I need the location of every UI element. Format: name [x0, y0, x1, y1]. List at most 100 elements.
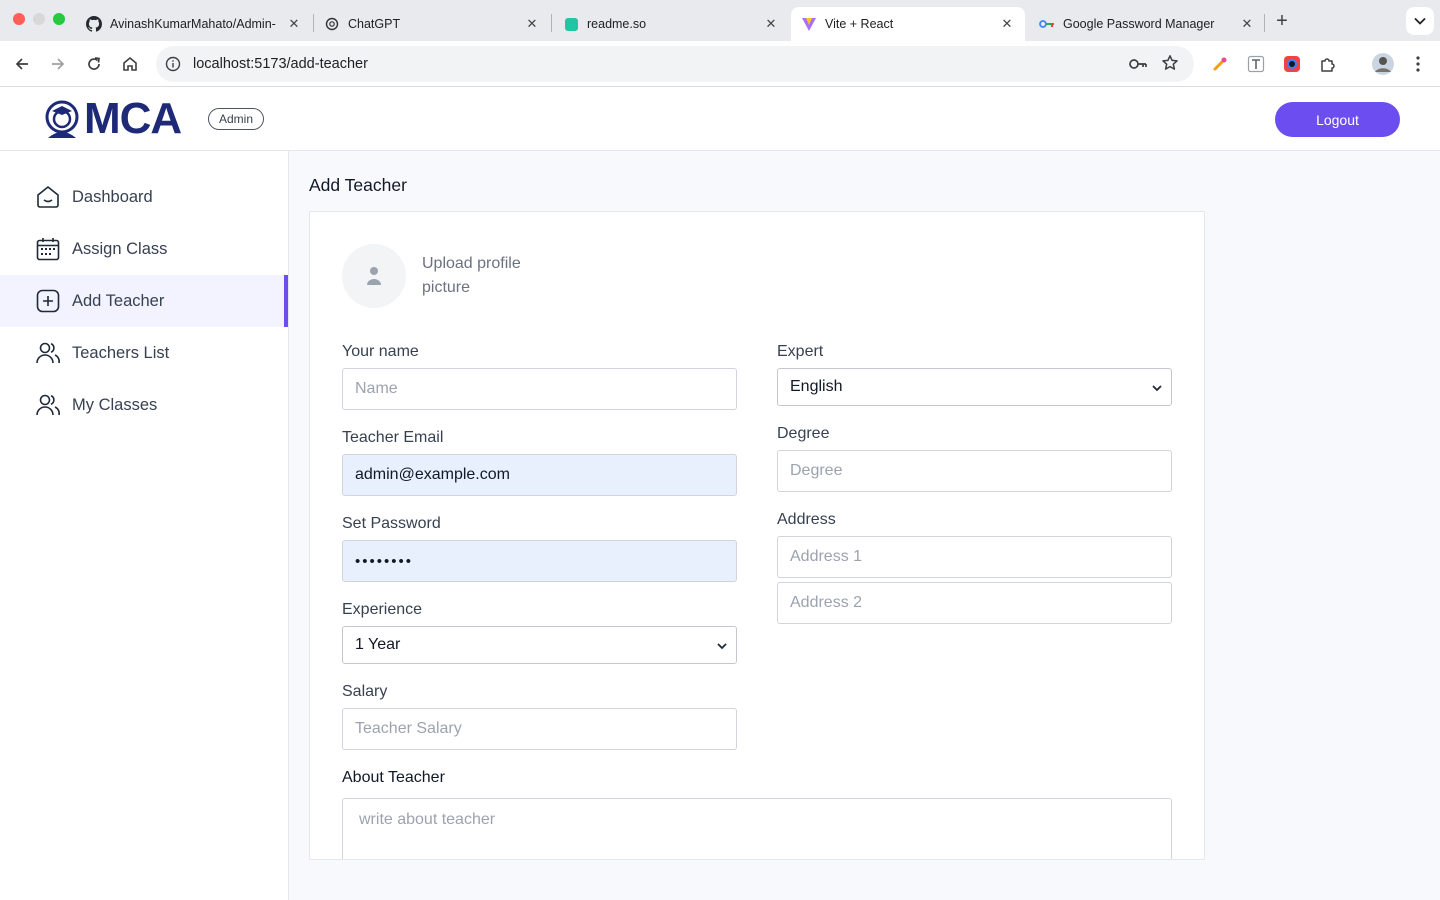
tab-title: AvinashKumarMahato/Admin- — [110, 17, 276, 31]
salary-input[interactable]: Teacher Salary — [342, 708, 737, 750]
tab-title: readme.so — [587, 17, 647, 31]
chatgpt-icon — [324, 16, 340, 32]
upload-profile-label[interactable]: Upload profile picture — [422, 252, 562, 300]
github-icon — [86, 16, 102, 32]
reload-button[interactable] — [82, 52, 106, 76]
close-window-button[interactable] — [13, 13, 25, 25]
key-icon[interactable] — [1128, 55, 1148, 78]
user-placeholder-icon — [367, 267, 381, 285]
sidebar-item-add-teacher[interactable]: Add Teacher — [0, 275, 288, 327]
close-tab-icon[interactable]: ✕ — [286, 16, 302, 32]
back-button[interactable] — [10, 52, 34, 76]
sidebar-item-teachers-list[interactable]: Teachers List — [0, 327, 288, 379]
about-label: About Teacher — [342, 769, 445, 786]
about-textarea[interactable]: write about teacher — [342, 798, 1172, 859]
main-content: Add Teacher Upload profile picture Your … — [289, 151, 1440, 900]
profile-picture-upload[interactable] — [342, 244, 406, 308]
sidebar-item-my-classes[interactable]: My Classes — [0, 379, 288, 431]
home-icon — [123, 56, 137, 71]
browser-menu-icon[interactable] — [1407, 53, 1429, 75]
minimize-window-button[interactable] — [33, 13, 45, 25]
calendar-icon — [35, 236, 61, 262]
color-picker-extension-icon[interactable] — [1209, 53, 1231, 75]
site-info-icon[interactable] — [165, 56, 181, 72]
users-icon — [35, 340, 61, 366]
address-1-input[interactable]: Address 1 — [777, 536, 1172, 578]
forward-button[interactable] — [46, 52, 70, 76]
experience-selected-value: 1 Year — [355, 636, 401, 653]
tab-search-button[interactable] — [1406, 7, 1434, 35]
profile-avatar[interactable] — [1371, 52, 1395, 76]
add-icon — [35, 288, 61, 314]
close-tab-icon[interactable]: ✕ — [763, 16, 779, 32]
sidebar: Dashboard Assign Class Add Teacher Teach… — [0, 151, 289, 900]
role-badge: Admin — [208, 108, 265, 130]
sidebar-item-dashboard[interactable]: Dashboard — [0, 171, 288, 223]
chevron-down-icon — [716, 639, 728, 657]
sidebar-item-label: Add Teacher — [72, 291, 165, 310]
email-input[interactable]: admin@example.com — [342, 454, 737, 496]
puzzle-extensions-icon[interactable] — [1317, 53, 1339, 75]
browser-tab[interactable]: ChatGPT ✕ — [314, 7, 550, 41]
arrow-right-icon — [52, 58, 65, 70]
email-label: Teacher Email — [342, 429, 444, 446]
home-icon — [35, 184, 61, 210]
salary-label: Salary — [342, 683, 388, 700]
arrow-left-icon — [15, 58, 28, 70]
close-tab-icon[interactable]: ✕ — [1239, 16, 1255, 32]
experience-label: Experience — [342, 601, 423, 618]
app-header: MCA Admin Logout — [0, 88, 1440, 151]
tab-separator — [551, 14, 552, 32]
degree-input[interactable]: Degree — [777, 450, 1172, 492]
new-tab-button[interactable]: + — [1270, 9, 1294, 33]
readme-icon — [563, 16, 579, 32]
experience-select[interactable]: 1 Year — [342, 626, 737, 664]
maximize-window-button[interactable] — [53, 13, 65, 25]
password-manager-icon — [1039, 16, 1055, 32]
address-label: Address — [777, 511, 836, 528]
sidebar-item-label: Teachers List — [72, 343, 170, 362]
close-tab-icon[interactable]: ✕ — [999, 16, 1015, 32]
expert-label: Expert — [777, 343, 824, 360]
browser-tab[interactable]: Google Password Manager ✕ — [1029, 7, 1265, 41]
sidebar-item-label: My Classes — [72, 395, 158, 414]
browser-tab[interactable]: readme.so ✕ — [553, 7, 789, 41]
name-label: Your name — [342, 343, 419, 360]
graduate-logo-icon — [45, 100, 79, 138]
close-tab-icon[interactable]: ✕ — [524, 16, 540, 32]
browser-tab-active[interactable]: Vite + React ✕ — [791, 7, 1025, 41]
degree-label: Degree — [777, 425, 830, 442]
logout-button[interactable]: Logout — [1275, 102, 1400, 137]
browser-tab-bar: AvinashKumarMahato/Admin- ✕ ChatGPT ✕ re… — [0, 0, 1440, 41]
url-text[interactable]: localhost:5173/add-teacher — [193, 56, 368, 72]
reload-icon — [88, 57, 100, 70]
browser-toolbar: localhost:5173/add-teacher — [0, 41, 1440, 87]
address-bar[interactable]: localhost:5173/add-teacher — [156, 46, 1194, 82]
address-2-input[interactable]: Address 2 — [777, 582, 1172, 624]
password-label: Set Password — [342, 515, 441, 532]
expert-select[interactable]: English — [777, 368, 1172, 406]
logo-text: MCA — [84, 94, 182, 143]
users-icon — [35, 392, 61, 418]
browser-tab[interactable]: AvinashKumarMahato/Admin- ✕ — [76, 7, 312, 41]
mca-logo[interactable]: MCA — [40, 94, 182, 143]
expert-selected-value: English — [790, 378, 843, 395]
home-button[interactable] — [118, 52, 142, 76]
tab-title: Vite + React — [825, 17, 894, 31]
password-input[interactable]: •••••••• — [342, 540, 737, 582]
text-extension-icon[interactable] — [1245, 53, 1267, 75]
page-title: Add Teacher — [309, 175, 407, 195]
add-teacher-form: Upload profile picture Your name Name Te… — [309, 211, 1205, 860]
tab-title: ChatGPT — [348, 17, 401, 31]
tab-separator — [1264, 14, 1265, 32]
tab-title: Google Password Manager — [1063, 17, 1215, 31]
vite-icon — [801, 16, 817, 32]
chevron-down-icon — [1151, 381, 1163, 399]
sidebar-item-label: Assign Class — [72, 239, 168, 258]
colorzilla-extension-icon[interactable] — [1281, 53, 1303, 75]
sidebar-item-assign-class[interactable]: Assign Class — [0, 223, 288, 275]
bookmark-star-icon[interactable] — [1161, 54, 1179, 77]
chevron-down-icon — [1414, 17, 1426, 25]
sidebar-item-label: Dashboard — [72, 187, 153, 206]
name-input[interactable]: Name — [342, 368, 737, 410]
